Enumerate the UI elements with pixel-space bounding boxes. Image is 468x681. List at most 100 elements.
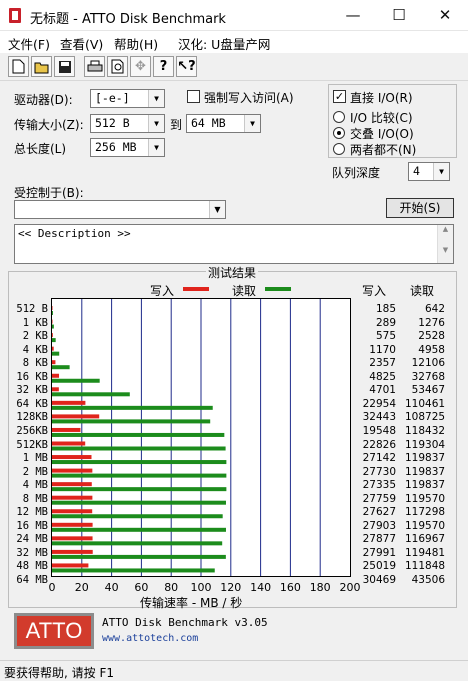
queue-depth-select[interactable]: 4 ▼: [408, 162, 450, 181]
read-value: 12106: [411, 357, 445, 370]
bar-write: [52, 482, 92, 487]
force-write-checkbox[interactable]: [187, 90, 200, 103]
bar-write: [52, 360, 56, 365]
overlapped-io-radio[interactable]: [333, 127, 345, 139]
bar-write: [52, 522, 93, 527]
chevron-down-icon: ▼: [148, 139, 164, 156]
open-icon[interactable]: [31, 56, 52, 77]
column-read-header: 读取: [410, 284, 435, 298]
transfer-size-label: 传输大小(Z):: [14, 118, 84, 132]
write-value: 575: [375, 330, 396, 343]
write-value: 27730: [362, 465, 396, 478]
read-value: 119570: [405, 519, 446, 532]
total-length-label: 总长度(L): [14, 142, 67, 156]
queue-depth-value: 4: [413, 164, 420, 178]
read-value: 117298: [405, 506, 446, 519]
x-tick-label: 200: [339, 581, 361, 594]
y-tick-label: 2 MB: [22, 465, 48, 478]
y-tick-label: 12 MB: [16, 506, 48, 519]
print-preview-icon[interactable]: [107, 56, 128, 77]
y-tick-label: 24 MB: [16, 533, 48, 546]
read-value: 111848: [405, 560, 446, 573]
save-icon[interactable]: [54, 56, 75, 77]
write-value: 22826: [362, 438, 396, 451]
y-tick-label: 32 MB: [16, 546, 48, 559]
neither-radio[interactable]: [333, 143, 345, 155]
bar-read: [52, 527, 226, 532]
title-bar: 无标题 - ATTO Disk Benchmark — ☐ ✕: [0, 0, 468, 31]
write-value: 2357: [369, 357, 396, 370]
minimize-button[interactable]: —: [330, 0, 376, 31]
legend-read-label: 读取: [232, 284, 257, 298]
controlled-by-select[interactable]: ▼: [14, 200, 226, 219]
menu-localization[interactable]: 汉化: U盘量产网: [178, 34, 270, 53]
read-value: 118432: [405, 424, 446, 437]
context-help-icon[interactable]: ↖?: [176, 56, 197, 77]
transfer-to-select[interactable]: 64 MB ▼: [186, 114, 261, 133]
y-tick-label: 1 KB: [22, 316, 48, 329]
drive-select[interactable]: [-e-] ▼: [90, 89, 165, 108]
bar-read: [52, 405, 213, 410]
write-value: 27877: [362, 533, 396, 546]
io-compare-radio[interactable]: [333, 111, 345, 123]
menu-view[interactable]: 查看(V): [60, 34, 103, 53]
app-icon: [9, 8, 21, 23]
bar-write: [52, 346, 54, 351]
total-length-select[interactable]: 256 MB ▼: [90, 138, 165, 157]
y-tick-label: 4 MB: [22, 479, 48, 492]
print-icon[interactable]: [84, 56, 105, 77]
move-icon[interactable]: ✥: [130, 56, 151, 77]
new-icon[interactable]: [8, 56, 29, 77]
bar-read: [52, 541, 223, 546]
transfer-from-value: 512 B: [95, 116, 130, 130]
write-value: 1170: [369, 343, 396, 356]
x-tick-label: 80: [164, 581, 179, 594]
read-value: 116967: [405, 533, 446, 546]
bar-read: [52, 460, 227, 465]
bar-read: [52, 365, 70, 370]
maximize-button[interactable]: ☐: [376, 0, 422, 31]
total-length-value: 256 MB: [95, 140, 137, 154]
bar-read: [52, 419, 211, 424]
bar-read: [52, 473, 227, 478]
x-tick-label: 120: [220, 581, 242, 594]
bar-read: [52, 568, 215, 573]
bar-write: [52, 414, 100, 419]
queue-depth-label: 队列深度: [332, 166, 381, 180]
bar-write: [52, 319, 53, 324]
y-tick-label: 48 MB: [16, 560, 48, 573]
help-icon[interactable]: ?: [153, 56, 174, 77]
legend-write-swatch: [183, 287, 209, 291]
y-tick-label: 256KB: [16, 424, 48, 437]
bar-write: [52, 306, 53, 310]
y-tick-label: 2 KB: [22, 330, 48, 343]
website-link[interactable]: www.attotech.com: [102, 633, 198, 644]
y-tick-label: 16 KB: [16, 370, 48, 383]
x-tick-label: 20: [74, 581, 89, 594]
y-tick-label: 512 B: [16, 303, 48, 315]
y-tick-label: 512KB: [16, 438, 48, 451]
bar-read: [52, 351, 60, 356]
transfer-from-select[interactable]: 512 B ▼: [90, 114, 165, 133]
transfer-to-value: 64 MB: [191, 116, 226, 130]
chevron-up-icon: ▲: [442, 225, 449, 233]
write-value: 22954: [362, 397, 396, 410]
menu-file[interactable]: 文件(F): [8, 34, 50, 53]
write-value: 27991: [362, 546, 396, 559]
x-tick-label: 140: [250, 581, 272, 594]
column-write-header: 写入: [362, 284, 387, 298]
y-tick-label: 8 KB: [22, 357, 48, 370]
neither-label: 两者都不(N): [350, 143, 417, 157]
menu-help[interactable]: 帮助(H): [114, 34, 158, 53]
bar-read: [52, 432, 225, 437]
description-field[interactable]: << Description >> ▲ ▼: [14, 224, 454, 264]
bar-write: [52, 387, 59, 392]
bar-write: [52, 427, 81, 432]
start-button[interactable]: 开始(S): [386, 198, 454, 218]
read-value: 110461: [405, 397, 446, 410]
direct-io-checkbox[interactable]: ✓: [333, 90, 346, 103]
description-scrollbar[interactable]: ▲ ▼: [437, 225, 453, 263]
close-button[interactable]: ✕: [422, 0, 468, 31]
chart-plot: [51, 298, 351, 577]
write-value: 25019: [362, 560, 396, 573]
